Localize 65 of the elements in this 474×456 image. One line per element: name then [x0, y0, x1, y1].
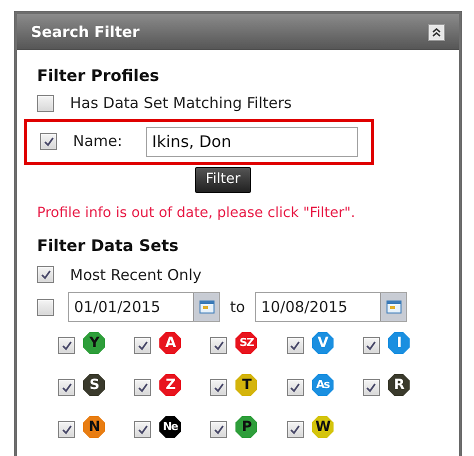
line-badge: A	[159, 332, 182, 354]
checkbox[interactable]	[286, 379, 304, 396]
check-icon	[60, 340, 72, 352]
line-badge: R	[388, 374, 410, 396]
collapse-icon[interactable]	[428, 24, 445, 40]
calendar-button[interactable]	[193, 293, 219, 321]
name-field[interactable]: Ikins, Don	[146, 126, 358, 156]
line-badge: SZ	[235, 332, 258, 354]
line-badge: Z	[159, 374, 182, 396]
line-badge: Ne	[159, 416, 182, 438]
check-icon	[289, 424, 302, 436]
checkbox[interactable]	[210, 421, 228, 438]
calendar-button[interactable]	[380, 293, 406, 321]
checkbox[interactable]	[134, 337, 152, 354]
date-field[interactable]: 10/08/2015	[255, 292, 408, 322]
field-label: Name:	[73, 131, 124, 152]
checkbox[interactable]	[58, 337, 75, 354]
checkbox[interactable]	[210, 379, 228, 396]
calendar-icon	[386, 300, 402, 314]
panel-title: Search Filter	[31, 22, 140, 43]
section-heading: Filter Data Sets	[37, 236, 180, 256]
line-badge: N	[83, 416, 105, 438]
checkbox[interactable]	[362, 379, 380, 396]
checkbox[interactable]	[58, 379, 75, 396]
checkbox[interactable]	[58, 421, 75, 438]
check-icon	[60, 424, 72, 436]
checkbox[interactable]	[40, 133, 57, 150]
check-icon	[365, 340, 378, 352]
check-icon	[136, 340, 149, 352]
line-badge: Y	[83, 332, 105, 354]
check-icon	[365, 382, 378, 394]
warning-message: Profile info is out of date, please click "Filter".	[37, 204, 356, 222]
calendar-icon	[198, 300, 214, 314]
check-icon	[40, 268, 52, 281]
line-badge: V	[312, 332, 334, 354]
checkbox[interactable]	[286, 421, 304, 438]
checkbox[interactable]	[286, 337, 304, 354]
line-badge: S	[83, 374, 105, 396]
checkbox-label: Has Data Set Matching Filters	[70, 93, 292, 114]
check-icon	[289, 382, 302, 394]
checkbox[interactable]	[37, 266, 54, 284]
line-badge: T	[235, 374, 258, 396]
checkbox[interactable]	[134, 421, 152, 438]
check-icon	[136, 424, 149, 436]
checkbox[interactable]	[362, 337, 380, 354]
line-badge: As	[312, 374, 334, 396]
range-separator: to	[230, 296, 246, 318]
line-badge: W	[312, 416, 334, 438]
line-badge: I	[388, 332, 410, 354]
check-icon	[212, 424, 225, 436]
checkbox-label: Most Recent Only	[70, 264, 202, 286]
date-field[interactable]: 01/01/2015	[68, 292, 220, 322]
check-icon	[289, 340, 302, 352]
check-icon	[60, 382, 72, 394]
checkbox[interactable]	[134, 379, 152, 396]
check-icon	[42, 136, 54, 148]
section-heading: Filter Profiles	[37, 66, 160, 86]
checkbox[interactable]	[37, 298, 54, 316]
filter-button[interactable]: Filter	[194, 166, 252, 192]
checkbox[interactable]	[37, 94, 54, 112]
check-icon	[212, 382, 225, 394]
line-badge: P	[235, 416, 258, 438]
check-icon	[136, 382, 149, 394]
checkbox[interactable]	[210, 337, 228, 354]
check-icon	[212, 340, 225, 352]
